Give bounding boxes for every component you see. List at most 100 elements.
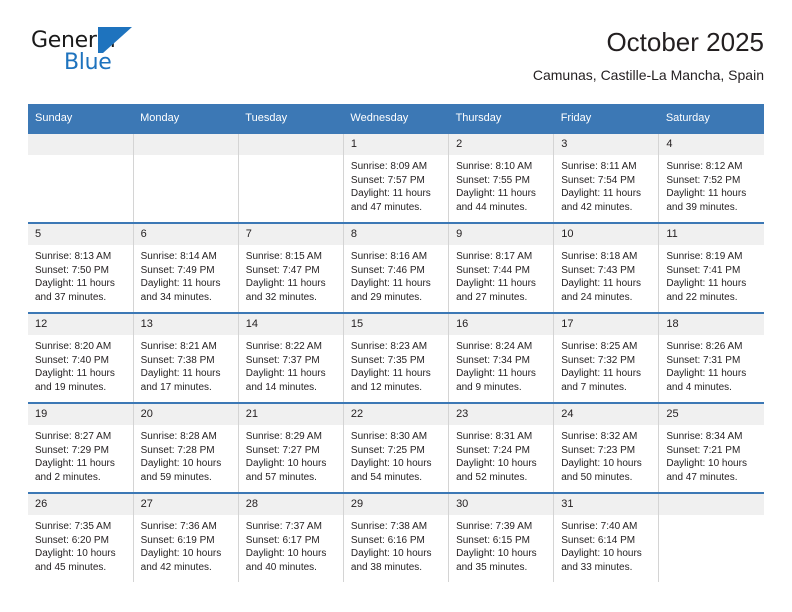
- day-number: 3: [554, 134, 659, 155]
- sunset-time: Sunset: 7:41 PM: [666, 264, 741, 276]
- day-details: Sunrise: 8:24 AM Sunset: 7:34 PM Daylight:…: [449, 335, 553, 394]
- day-cell-17[interactable]: 17 Sunrise: 8:25 AM Sunset: 7:32 PM Dayligh…: [553, 312, 660, 403]
- day-number: 6: [133, 224, 238, 245]
- sunset-time: Sunset: 6:14 PM: [561, 534, 636, 546]
- day-cell-18[interactable]: 18 Sunrise: 8:26 AM Sunset: 7:31 PM Dayligh…: [658, 312, 764, 403]
- day-cell-29[interactable]: 29 Sunrise: 7:38 AM Sunset: 6:16 PM Dayligh…: [342, 492, 450, 582]
- day-number: 21: [238, 404, 343, 425]
- day-number: 12: [28, 314, 133, 335]
- daylight-duration: Daylight: 11 hours: [666, 278, 747, 289]
- day-cell-14[interactable]: 14 Sunrise: 8:22 AM Sunset: 7:37 PM Dayligh…: [237, 312, 344, 403]
- sunset-time: Sunset: 7:54 PM: [561, 174, 636, 186]
- day-cell-8[interactable]: 8 Sunrise: 8:16 AM Sunset: 7:46 PM Daylight…: [342, 222, 450, 313]
- day-cell-21[interactable]: 21 Sunrise: 8:29 AM Sunset: 7:27 PM Dayligh…: [237, 402, 344, 493]
- day-details: Sunrise: 8:13 AM Sunset: 7:50 PM Daylight:…: [28, 245, 133, 304]
- day-number: 13: [133, 314, 238, 335]
- day-number: 26: [28, 494, 133, 515]
- day-cell-12[interactable]: 12 Sunrise: 8:20 AM Sunset: 7:40 PM Dayligh…: [28, 312, 134, 403]
- day-cell-19[interactable]: 19 Sunrise: 8:27 AM Sunset: 7:29 PM Dayligh…: [28, 402, 134, 493]
- sunrise-time: Sunrise: 8:32 AM: [561, 431, 638, 442]
- day-cell-9[interactable]: 9 Sunrise: 8:17 AM Sunset: 7:44 PM Daylight…: [448, 222, 555, 313]
- day-cell-24[interactable]: 24 Sunrise: 8:32 AM Sunset: 7:23 PM Dayligh…: [553, 402, 660, 493]
- day-cell-15[interactable]: 15 Sunrise: 8:23 AM Sunset: 7:35 PM Dayligh…: [342, 312, 450, 403]
- daylight-duration: Daylight: 11 hours: [245, 278, 326, 289]
- sunset-time: Sunset: 7:57 PM: [350, 174, 425, 186]
- day-cell-10[interactable]: 10 Sunrise: 8:18 AM Sunset: 7:43 PM Dayligh…: [553, 222, 660, 313]
- general-blue-logo[interactable]: General Blue: [28, 26, 228, 88]
- day-cell-30[interactable]: 30 Sunrise: 7:39 AM Sunset: 6:15 PM Dayligh…: [448, 492, 555, 582]
- day-number: 15: [343, 314, 449, 335]
- sunset-time: Sunset: 7:46 PM: [350, 264, 425, 276]
- page-subtitle: Camunas, Castille-La Mancha, Spain: [532, 67, 764, 83]
- daylight-duration: Daylight: 10 hours: [140, 548, 222, 559]
- daylight-duration: Daylight: 11 hours: [561, 368, 642, 379]
- daylight-duration: Daylight: 11 hours: [35, 458, 115, 469]
- daylight-duration: and 35 minutes.: [456, 561, 528, 573]
- sunrise-time: Sunrise: 7:35 AM: [35, 521, 112, 532]
- daylight-duration: Daylight: 11 hours: [35, 278, 115, 289]
- sunset-time: Sunset: 7:23 PM: [561, 444, 636, 456]
- daylight-duration: and 40 minutes.: [245, 561, 317, 573]
- daylight-duration: and 19 minutes.: [35, 381, 107, 393]
- sunrise-time: Sunrise: 8:10 AM: [456, 161, 533, 172]
- daylight-duration: and 47 minutes.: [350, 201, 423, 213]
- sunrise-time: Sunrise: 8:21 AM: [140, 341, 217, 352]
- day-cell-2[interactable]: 2 Sunrise: 8:10 AM Sunset: 7:55 PM Daylight…: [448, 132, 555, 223]
- day-details: Sunrise: 8:25 AM Sunset: 7:32 PM Daylight:…: [554, 335, 658, 394]
- day-details: Sunrise: 8:32 AM Sunset: 7:23 PM Daylight:…: [554, 425, 658, 484]
- day-cell-4[interactable]: 4 Sunrise: 8:12 AM Sunset: 7:52 PM Daylight…: [658, 132, 764, 223]
- daylight-duration: Daylight: 11 hours: [456, 368, 536, 379]
- sunset-time: Sunset: 7:44 PM: [456, 264, 530, 276]
- daylight-duration: and 39 minutes.: [666, 201, 738, 213]
- day-number: 27: [133, 494, 238, 515]
- sunrise-time: Sunrise: 8:20 AM: [35, 341, 112, 352]
- day-cell-6[interactable]: 6 Sunrise: 8:14 AM Sunset: 7:49 PM Daylight…: [132, 222, 239, 313]
- day-cell-22[interactable]: 22 Sunrise: 8:30 AM Sunset: 7:25 PM Dayligh…: [342, 402, 450, 493]
- day-cell-13[interactable]: 13 Sunrise: 8:21 AM Sunset: 7:38 PM Dayligh…: [132, 312, 239, 403]
- sunrise-time: Sunrise: 8:27 AM: [35, 431, 112, 442]
- day-cell-16[interactable]: 16 Sunrise: 8:24 AM Sunset: 7:34 PM Dayligh…: [448, 312, 555, 403]
- day-number: 29: [343, 494, 449, 515]
- day-cell-27[interactable]: 27 Sunrise: 7:36 AM Sunset: 6:19 PM Dayligh…: [132, 492, 239, 582]
- sunrise-time: Sunrise: 8:17 AM: [456, 251, 533, 262]
- daylight-duration: and 45 minutes.: [35, 561, 107, 573]
- day-cell-31[interactable]: 31 Sunrise: 7:40 AM Sunset: 6:14 PM Dayligh…: [553, 492, 660, 582]
- day-cell-5[interactable]: 5 Sunrise: 8:13 AM Sunset: 7:50 PM Daylight…: [28, 222, 134, 313]
- daylight-duration: and 57 minutes.: [245, 471, 317, 483]
- day-details: Sunrise: 8:28 AM Sunset: 7:28 PM Daylight:…: [134, 425, 238, 484]
- daylight-duration: and 29 minutes.: [350, 291, 423, 303]
- day-cell-28[interactable]: 28 Sunrise: 7:37 AM Sunset: 6:17 PM Dayligh…: [237, 492, 344, 582]
- sunset-time: Sunset: 7:25 PM: [350, 444, 425, 456]
- daylight-duration: Daylight: 10 hours: [350, 548, 432, 559]
- sunset-time: Sunset: 7:52 PM: [666, 174, 741, 186]
- day-details: Sunrise: 8:19 AM Sunset: 7:41 PM Daylight:…: [659, 245, 764, 304]
- sunrise-time: Sunrise: 8:26 AM: [666, 341, 743, 352]
- day-cell-7[interactable]: 7 Sunrise: 8:15 AM Sunset: 7:47 PM Daylight…: [237, 222, 344, 313]
- daylight-duration: and 14 minutes.: [245, 381, 317, 393]
- day-cell-3[interactable]: 3 Sunrise: 8:11 AM Sunset: 7:54 PM Daylight…: [553, 132, 660, 223]
- day-number: 1: [343, 134, 449, 155]
- day-cell-26[interactable]: 26 Sunrise: 7:35 AM Sunset: 6:20 PM Dayligh…: [28, 492, 134, 582]
- weekday-header-monday: Monday: [133, 104, 239, 133]
- daylight-duration: and 27 minutes.: [456, 291, 528, 303]
- daylight-duration: and 37 minutes.: [35, 291, 107, 303]
- daylight-duration: and 42 minutes.: [561, 201, 633, 213]
- day-cell-20[interactable]: 20 Sunrise: 8:28 AM Sunset: 7:28 PM Dayligh…: [132, 402, 239, 493]
- sunset-time: Sunset: 7:27 PM: [245, 444, 320, 456]
- sunset-time: Sunset: 6:15 PM: [456, 534, 530, 546]
- day-details: Sunrise: 7:35 AM Sunset: 6:20 PM Daylight:…: [28, 515, 133, 574]
- day-cell-1[interactable]: 1 Sunrise: 8:09 AM Sunset: 7:57 PM Daylight…: [342, 132, 450, 223]
- sunrise-time: Sunrise: 7:36 AM: [140, 521, 217, 532]
- day-cell-25[interactable]: 25 Sunrise: 8:34 AM Sunset: 7:21 PM Dayligh…: [658, 402, 764, 493]
- sunrise-time: Sunrise: 8:11 AM: [561, 161, 637, 172]
- day-details: Sunrise: 7:39 AM Sunset: 6:15 PM Daylight:…: [449, 515, 553, 574]
- day-cell-11[interactable]: 11 Sunrise: 8:19 AM Sunset: 7:41 PM Dayligh…: [658, 222, 764, 313]
- day-details: Sunrise: 8:26 AM Sunset: 7:31 PM Daylight:…: [659, 335, 764, 394]
- day-cell-23[interactable]: 23 Sunrise: 8:31 AM Sunset: 7:24 PM Dayligh…: [448, 402, 555, 493]
- day-details: Sunrise: 8:17 AM Sunset: 7:44 PM Daylight:…: [449, 245, 553, 304]
- daylight-duration: Daylight: 11 hours: [456, 278, 536, 289]
- daylight-duration: and 47 minutes.: [666, 471, 738, 483]
- day-number: 17: [554, 314, 659, 335]
- sunset-time: Sunset: 7:38 PM: [140, 354, 215, 366]
- daylight-duration: Daylight: 11 hours: [245, 368, 326, 379]
